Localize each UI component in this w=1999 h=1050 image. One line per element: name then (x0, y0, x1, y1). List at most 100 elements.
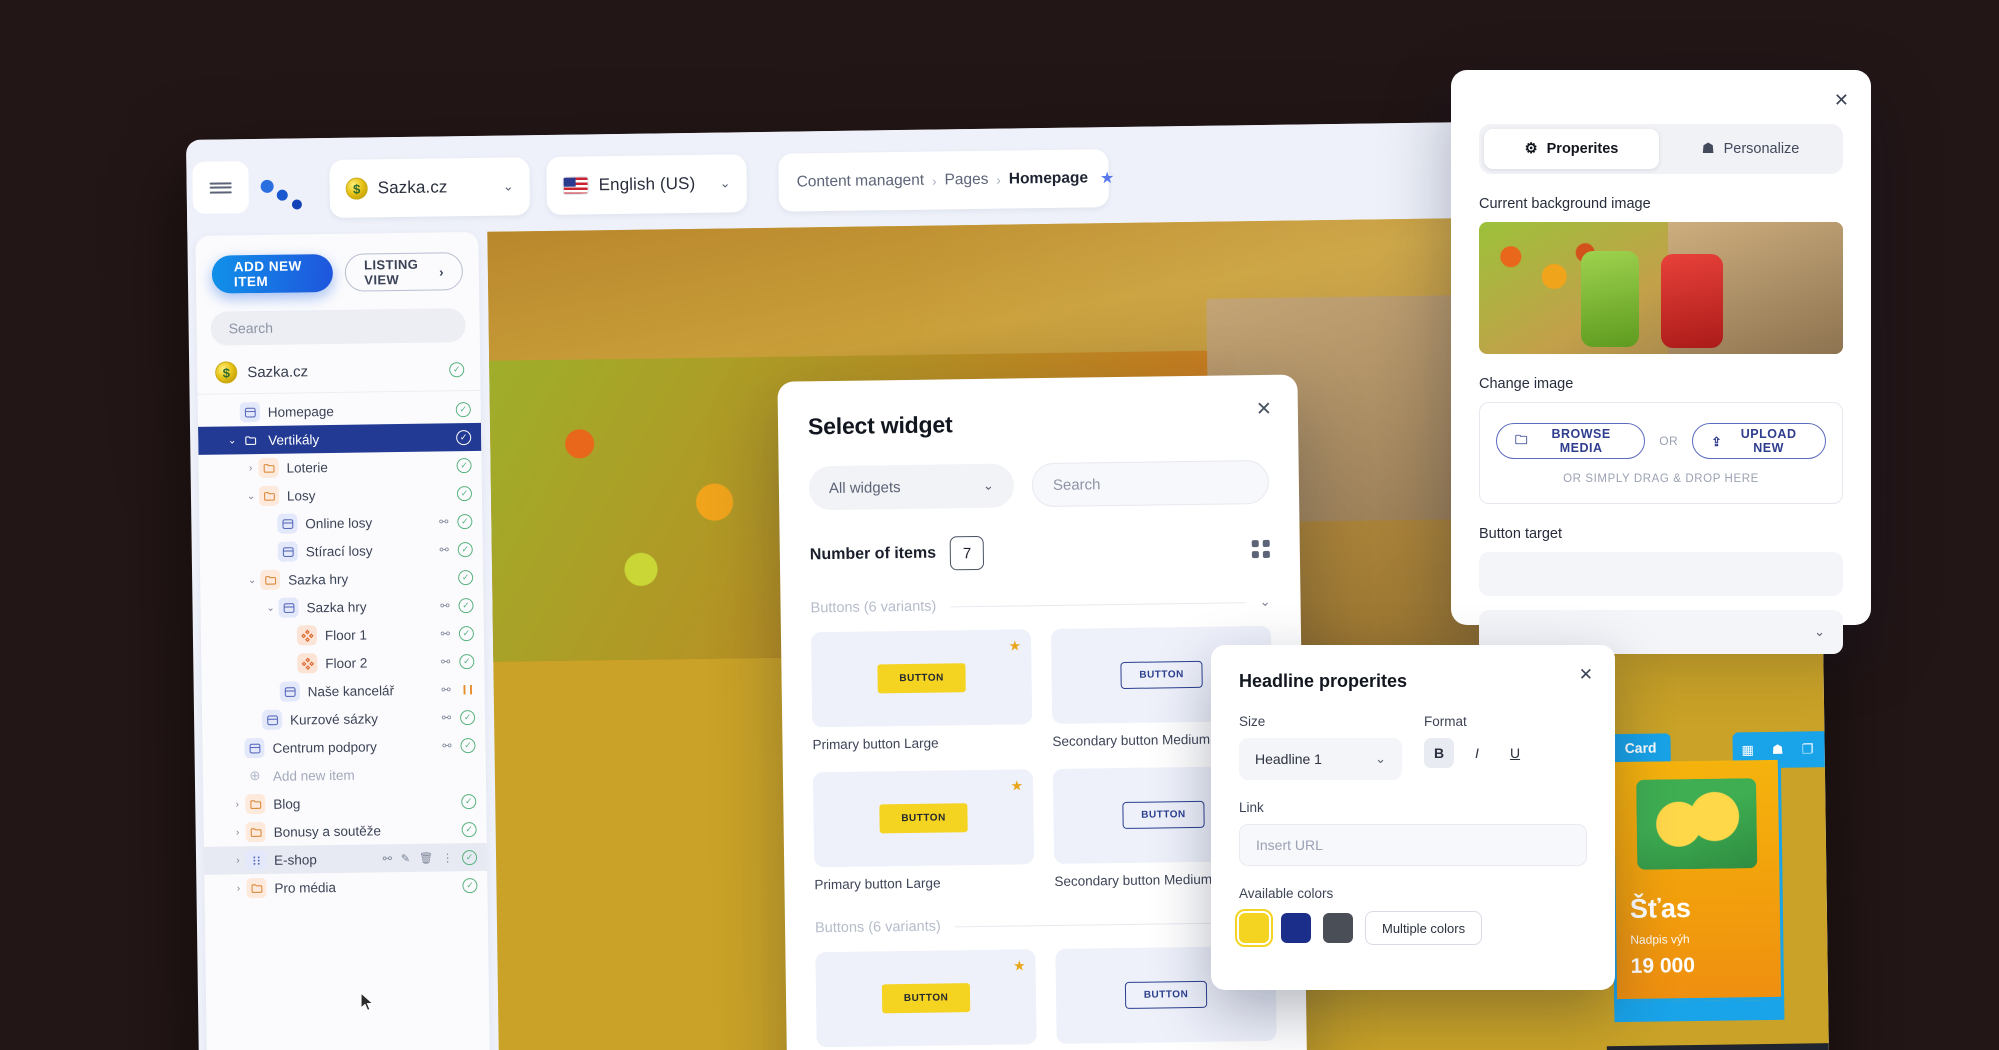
headline-size-select[interactable]: Headline 1 ⌄ (1239, 738, 1402, 780)
person-icon[interactable]: ☗ (1769, 741, 1787, 759)
chevron-down-icon[interactable]: ⌄ (262, 602, 278, 613)
tree-item-blog[interactable]: › Blog ✓ (203, 787, 486, 819)
color-swatch[interactable] (1323, 913, 1353, 943)
favorite-star-icon[interactable]: ★ (1100, 168, 1115, 188)
link-icon[interactable]: ⚯ (383, 852, 392, 865)
browse-media-button[interactable]: 🗀 BROWSE MEDIA (1496, 423, 1646, 459)
tree-item-e-shop[interactable]: › E-shop ⚯ ✎ 🗑 ⋮ ✓ (203, 842, 488, 875)
widget-card-preview[interactable]: BUTTON (810, 629, 1033, 728)
bold-button[interactable]: B (1424, 738, 1454, 768)
color-swatch[interactable] (1281, 913, 1311, 943)
tree-item-add-new-item[interactable]: ⊕ Add new item (203, 759, 486, 791)
tree-item-pro-m-dia[interactable]: › Pro média ✓ (204, 871, 487, 903)
link-icon[interactable]: ⚯ (441, 655, 450, 668)
link-icon[interactable]: ⚯ (440, 599, 449, 612)
tree-item-online-losy[interactable]: Online losy ⚯ ✓ (199, 507, 482, 539)
menu-burger-icon[interactable] (192, 161, 250, 214)
current-background-thumbnail[interactable] (1479, 222, 1843, 354)
widget-card[interactable]: BUTTON★Primary button Large (815, 949, 1037, 1050)
link-icon[interactable]: ⚯ (442, 739, 451, 752)
link-icon[interactable]: ⚯ (439, 543, 448, 556)
tree-item-st-rac-losy[interactable]: Stírací losy ⚯ ✓ (200, 535, 483, 567)
widget-card-grid: BUTTON★Primary button LargeBUTTONSeconda… (815, 945, 1277, 1050)
language-selector[interactable]: English (US) ⌄ (546, 154, 748, 215)
chevron-down-icon[interactable]: ⌄ (224, 435, 240, 446)
star-icon[interactable]: ★ (1010, 777, 1023, 794)
breadcrumb-separator: › (932, 173, 937, 189)
link-icon[interactable]: ⚯ (439, 515, 448, 528)
star-icon[interactable]: ★ (1013, 957, 1026, 974)
edit-icon[interactable]: ✎ (401, 851, 410, 864)
color-swatches: Multiple colors (1235, 909, 1587, 947)
chevron-right-icon[interactable]: › (230, 827, 246, 838)
close-icon[interactable]: ✕ (1834, 90, 1849, 111)
breadcrumb-item-0[interactable]: Content managent (797, 172, 925, 192)
tree-item-homepage[interactable]: Homepage ✓ (198, 395, 481, 427)
close-icon[interactable]: ✕ (1252, 397, 1276, 421)
chevron-down-icon[interactable]: ⌄ (1260, 594, 1271, 610)
tree-item-sazka-hry[interactable]: ⌄ Sazka hry ⚯ ✓ (200, 591, 483, 623)
widget-card-caption: Primary button Large (814, 875, 941, 893)
widget-card[interactable]: BUTTON★Primary button Large (810, 629, 1033, 752)
tab-personalize[interactable]: ☗ Personalize (1663, 129, 1838, 169)
star-icon[interactable]: ★ (1008, 637, 1021, 654)
link-icon[interactable]: ⚯ (441, 627, 450, 640)
tree-item-sazka-hry[interactable]: ⌄ Sazka hry ✓ (200, 563, 483, 595)
chevron-right-icon[interactable]: › (230, 855, 246, 866)
tree-item-floor-1[interactable]: Floor 1 ⚯ ✓ (201, 619, 484, 651)
link-icon[interactable]: ⚯ (441, 683, 450, 696)
underline-button[interactable]: U (1500, 738, 1530, 768)
tab-properties[interactable]: ⚙ Properites (1484, 129, 1659, 169)
tree-item-floor-2[interactable]: Floor 2 ⚯ ✓ (201, 647, 484, 679)
chevron-down-icon[interactable]: ⌄ (243, 491, 259, 502)
current-background-image-label: Current background image (1479, 196, 1651, 212)
tree-item-loterie[interactable]: › Loterie ✓ (198, 451, 481, 483)
tree-item-label: Floor 2 (325, 655, 368, 671)
preview-button: BUTTON (1120, 660, 1203, 690)
promo-card-dark[interactable]: Prac Nadpis výhry 19 000 000 Kč (1606, 1042, 1830, 1050)
site-selector[interactable]: Sazka.cz ⌄ (329, 157, 531, 218)
button-target-input[interactable] (1479, 552, 1843, 596)
chevron-down-icon[interactable]: ⌄ (244, 575, 260, 586)
link-icon[interactable]: ⚯ (442, 711, 451, 724)
close-icon[interactable]: ✕ (1579, 665, 1593, 685)
promo-card-yellow[interactable]: Šťas Nadpis výh 19 000 (1610, 759, 1785, 1003)
upload-new-button[interactable]: ⇪ UPLOAD NEW (1692, 423, 1826, 459)
grid-icon[interactable]: ▦ (1739, 741, 1757, 759)
copy-icon[interactable]: ❐ (1799, 740, 1817, 758)
breadcrumb-item-1[interactable]: Pages (944, 171, 988, 190)
image-dropzone[interactable]: 🗀 BROWSE MEDIA OR ⇪ UPLOAD NEW OR SIMPLY… (1479, 402, 1843, 504)
widget-category-select[interactable]: All widgets ⌄ (808, 463, 1015, 511)
status-check-icon: ✓ (456, 457, 472, 473)
widget-search-input[interactable]: Search (1031, 459, 1270, 508)
tree-item-bonusy-a-sout-e[interactable]: › Bonusy a soutěže ✓ (203, 815, 486, 847)
chevron-right-icon[interactable]: › (229, 799, 245, 810)
grid-view-icon[interactable] (1251, 539, 1270, 559)
chevron-right-icon[interactable]: › (230, 883, 246, 894)
chevron-right-icon[interactable]: › (243, 463, 259, 474)
number-of-items-input[interactable]: 7 (949, 535, 985, 571)
color-swatch[interactable] (1235, 909, 1273, 947)
more-icon[interactable]: ⋮ (442, 851, 453, 864)
search-input[interactable]: Search (210, 308, 466, 346)
listing-view-button[interactable]: LISTING VIEW › (344, 252, 464, 292)
multiple-colors-button[interactable]: Multiple colors (1365, 911, 1483, 945)
folder-icon (245, 793, 266, 815)
italic-button[interactable]: I (1462, 738, 1492, 768)
sidebar-root-site[interactable]: Sazka.cz ✓ (196, 347, 481, 395)
breadcrumb-item-2[interactable]: Homepage (1009, 169, 1088, 188)
widget-card-preview[interactable]: BUTTON (815, 949, 1037, 1048)
add-new-item-button[interactable]: ADD NEW ITEM (211, 253, 334, 294)
widget-card[interactable]: BUTTON★ Primary button Large (812, 769, 1035, 893)
widget-card-preview[interactable]: BUTTON (812, 769, 1035, 868)
delete-icon[interactable]: 🗑 (419, 851, 433, 864)
tree-item-vertik-ly[interactable]: ⌄ Vertikály ✓ (198, 422, 482, 455)
promo-card-title: Šťas (1629, 893, 1692, 924)
widget-section-header: Buttons (6 variants) ⌄ (810, 594, 1270, 616)
tree-item-losy[interactable]: ⌄ Losy ✓ (199, 479, 482, 511)
tree-item-na-e-kancel[interactable]: Naše kancelář ⚯ ❙❙ (202, 675, 485, 707)
link-url-input[interactable]: Insert URL (1239, 824, 1587, 866)
tree-item-kurzov-s-zky[interactable]: Kurzové sázky ⚯ ✓ (202, 703, 485, 735)
trash-icon[interactable]: 🗑 (1829, 740, 1830, 758)
tree-item-centrum-podpory[interactable]: Centrum podpory ⚯ ✓ (202, 731, 485, 763)
